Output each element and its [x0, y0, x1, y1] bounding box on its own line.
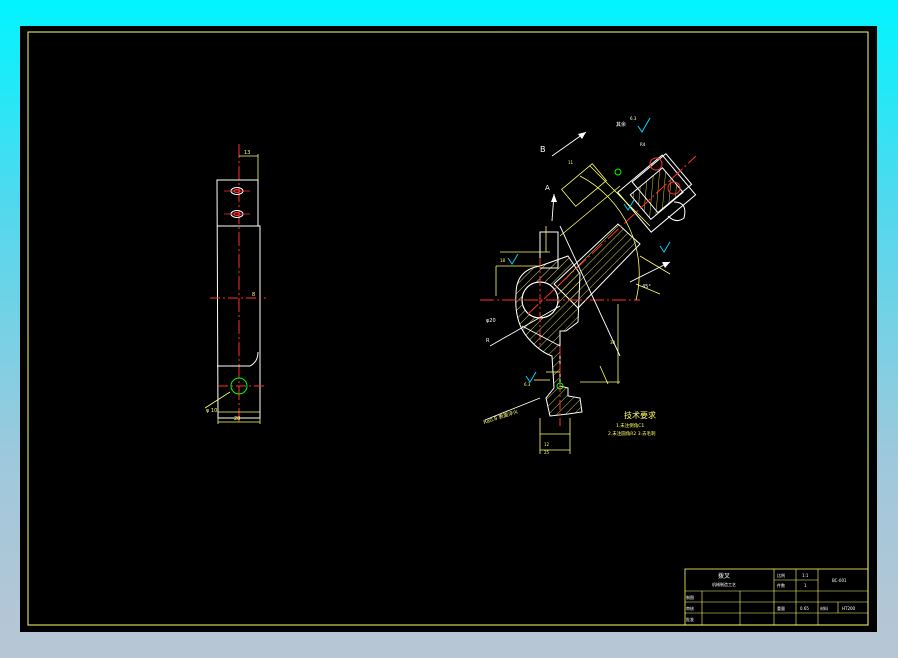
- right-dim-box-upper: [561, 163, 607, 207]
- title-weight-value: 0.65: [800, 606, 809, 611]
- left-view: 13 28 8 φ 10: [204, 144, 266, 424]
- right-section-note: R4: [640, 142, 646, 147]
- right-label-view-a: A: [545, 184, 550, 192]
- left-part-curve: [249, 351, 259, 367]
- left-dim-hole: φ 10: [206, 408, 217, 414]
- left-dim-top: 13: [244, 150, 250, 156]
- left-dim-bottom: 28: [234, 416, 240, 422]
- right-dim-30: 30: [610, 340, 616, 345]
- tech-req-line2: 2.未注圆角R2 3.去毛刺: [608, 430, 656, 437]
- right-dim-r: R: [486, 338, 490, 344]
- drawing-sheet: 13 28 8 φ 10 B A 45° 其余 6.3 11 18 30 12 …: [20, 26, 877, 632]
- right-leader-note: Ra0.8 表面淬火: [482, 408, 518, 426]
- title-material-label: 材料: [820, 605, 828, 611]
- right-dim-11: 11: [568, 160, 574, 165]
- right-view: B A 45° 其余 6.3 11 18 30 12 6.3 25 φ20 R …: [480, 116, 697, 455]
- title-designer-label: 制图: [686, 594, 694, 600]
- title-scale-label: 比例: [777, 572, 785, 578]
- right-dim-25: 25: [544, 450, 550, 455]
- title-part-name: 拨叉: [718, 572, 730, 580]
- right-dim-12: 12: [544, 442, 550, 447]
- right-label-roughness: 其余: [616, 121, 626, 128]
- title-part-sub: 机械制造工艺: [712, 581, 736, 587]
- title-drawing-no: BC-001: [832, 578, 847, 583]
- title-scale-value: 1:1: [802, 573, 809, 578]
- title-block: 拨叉 机械制造工艺 比例 1:1 件数 1 BC-001 制图 审核 批准 重量…: [684, 568, 869, 626]
- title-weight-label: 重量: [777, 605, 785, 611]
- title-count-label: 件数: [777, 582, 785, 588]
- cad-canvas[interactable]: 13 28 8 φ 10 B A 45° 其余 6.3 11 18 30 12 …: [20, 26, 877, 632]
- right-label-roughness-top: 6.3: [630, 116, 637, 121]
- title-checker-label: 审核: [686, 605, 694, 611]
- right-dim-18: 18: [500, 258, 506, 263]
- drawing-frame: [27, 31, 869, 626]
- right-label-angle: 45°: [642, 284, 651, 290]
- left-dim-mid: 8: [252, 292, 255, 298]
- right-dim-20: φ20: [486, 318, 496, 324]
- right-label-view-b: B: [540, 145, 546, 154]
- title-count-value: 1: [804, 583, 807, 588]
- title-approver-label: 批准: [686, 616, 694, 622]
- tech-req-title: 技术要求: [624, 410, 656, 420]
- title-material-value: HT200: [842, 606, 856, 611]
- right-dim-6: 6.3: [524, 382, 531, 387]
- tech-req-line1: 1.未注倒角C1: [616, 422, 644, 429]
